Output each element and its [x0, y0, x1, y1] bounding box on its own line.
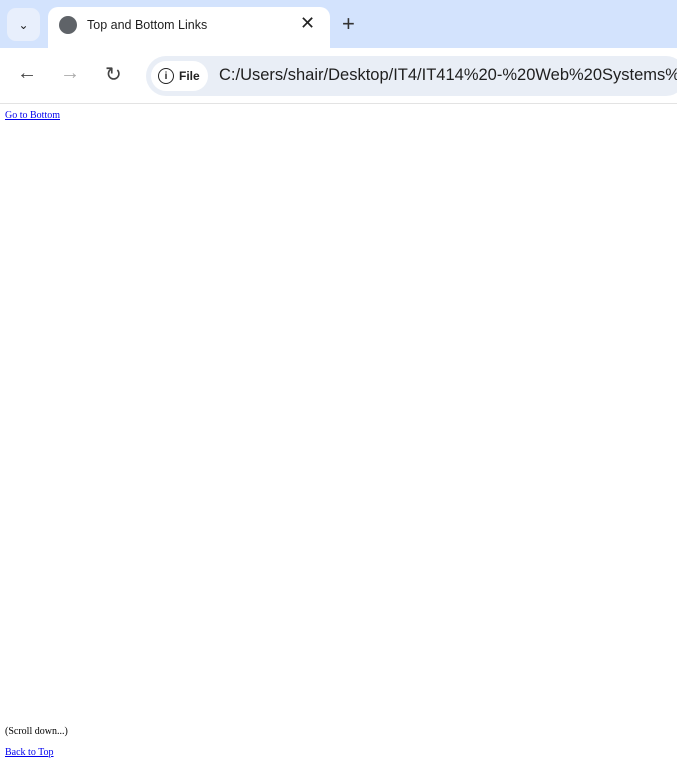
address-chip-label: File [179, 69, 200, 83]
plus-icon[interactable]: + [342, 11, 355, 37]
arrow-right-icon[interactable]: → [60, 62, 80, 85]
site-info-button[interactable]: i File [151, 61, 208, 91]
chevron-down-icon: ⌄ [18, 17, 29, 32]
url-text[interactable]: C:/Users/shair/Desktop/IT4/IT414%20-%20W… [219, 66, 677, 85]
arrow-left-icon[interactable]: ← [17, 62, 37, 85]
tab-title: Top and Bottom Links [87, 18, 208, 32]
scroll-note: (Scroll down...) [5, 726, 68, 737]
close-icon[interactable]: ✕ [300, 13, 315, 34]
go-to-bottom-link[interactable]: Go to Bottom [5, 110, 60, 121]
tab-strip: ⌄ Top and Bottom Links ✕ + [0, 0, 677, 49]
globe-icon [59, 16, 77, 34]
back-to-top-link[interactable]: Back to Top [5, 747, 54, 758]
reload-icon[interactable]: ↻ [105, 62, 122, 87]
info-icon: i [158, 68, 174, 84]
toolbar: ← → ↻ i File C:/Users/shair/Desktop/IT4/… [0, 48, 677, 104]
address-bar[interactable]: i File C:/Users/shair/Desktop/IT4/IT414%… [146, 56, 677, 96]
tab-search-button[interactable]: ⌄ [7, 8, 40, 41]
tab-active[interactable]: Top and Bottom Links ✕ [48, 7, 330, 49]
